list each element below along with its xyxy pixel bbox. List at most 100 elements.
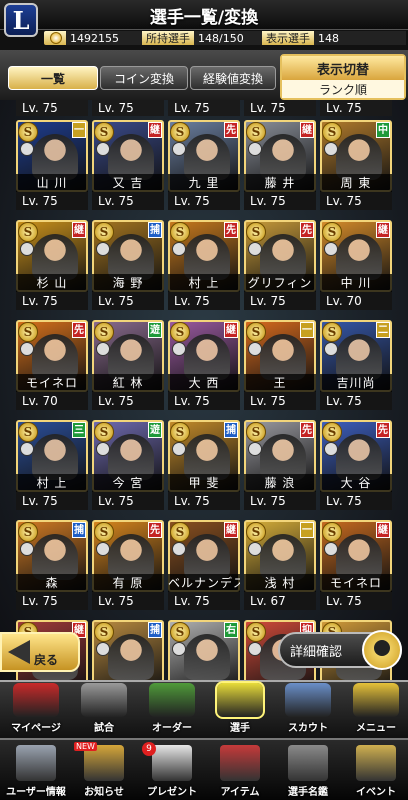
player-card[interactable]: S 遊今 宮 Lv. 75 — [92, 420, 164, 510]
player-card[interactable]: S 先モイネロ Lv. 70 — [16, 320, 88, 410]
subnav-gift[interactable]: プレゼント 9 — [140, 742, 204, 798]
rank-s-icon: S — [170, 122, 190, 142]
sort-order-value: ランク順 — [282, 80, 404, 98]
team-emblem-icon — [324, 242, 338, 256]
player-card[interactable]: S 先藤 浪 Lv. 75 — [244, 420, 316, 510]
player-card[interactable]: S 中周 東 Lv. 75 — [320, 120, 392, 210]
user-info-icon — [16, 745, 56, 781]
subnav-event[interactable]: イベント — [344, 742, 408, 798]
nav-mypage[interactable]: マイページ — [4, 682, 68, 734]
nav-player[interactable]: 選手 — [208, 681, 272, 734]
player-card[interactable]: S 捕森 Lv. 75 — [16, 520, 88, 610]
partial-card-lv[interactable]: Lv. 75 — [244, 100, 316, 116]
display-switch[interactable]: 表示切替 ランク順 — [280, 54, 406, 100]
nav-scout[interactable]: スカウト — [276, 682, 340, 734]
team-emblem-icon — [248, 142, 262, 156]
tab-coin-convert[interactable]: コイン変換 — [100, 66, 188, 90]
player-card[interactable]: S 継中 川 Lv. 70 — [320, 220, 392, 310]
player-card[interactable]: S 継モイネロ Lv. 75 — [320, 520, 392, 610]
detail-check-button[interactable]: 詳細確認 — [278, 630, 402, 670]
player-card[interactable]: S 捕海 野 Lv. 75 — [92, 220, 164, 310]
partial-card-lv[interactable]: Lv. 75 — [16, 100, 88, 116]
player-level: Lv. 75 — [16, 292, 88, 310]
magnifier-icon — [362, 630, 402, 670]
player-level: Lv. 75 — [168, 592, 240, 610]
team-emblem-icon — [20, 542, 34, 556]
rank-s-icon: S — [94, 522, 114, 542]
player-level: Lv. 75 — [168, 292, 240, 310]
team-emblem-icon — [172, 242, 186, 256]
team-emblem-icon — [248, 542, 262, 556]
player-level: Lv. 75 — [168, 192, 240, 210]
team-emblem-icon — [96, 442, 110, 456]
player-card[interactable]: S 一王 Lv. 75 — [244, 320, 316, 410]
team-emblem-icon — [172, 142, 186, 156]
tab-exp-convert[interactable]: 経験値変換 — [190, 66, 276, 90]
player-card[interactable]: S 二吉川尚 Lv. 75 — [320, 320, 392, 410]
team-emblem-icon — [96, 242, 110, 256]
player-card[interactable]: S捕 — [92, 620, 164, 692]
partial-card-lv[interactable]: Lv. 75 — [168, 100, 240, 116]
nav-label: マイページ — [11, 723, 61, 734]
player-level: Lv. 75 — [16, 592, 88, 610]
rank-s-icon: S — [94, 422, 114, 442]
rank-s-icon: S — [322, 222, 342, 242]
back-button[interactable]: 戻る — [0, 632, 80, 672]
player-card[interactable]: S 一浅 村 Lv. 67 — [244, 520, 316, 610]
player-card[interactable]: S 継又 吉 Lv. 75 — [92, 120, 164, 210]
player-level: Lv. 75 — [92, 292, 164, 310]
player-figure — [184, 634, 230, 680]
partial-card-lv[interactable]: Lv. 75 — [92, 100, 164, 116]
position-badge: 継 — [224, 522, 238, 538]
player-card[interactable]: S 継藤 井 Lv. 75 — [244, 120, 316, 210]
player-level: Lv. 75 — [320, 192, 392, 210]
player-card[interactable]: S 先村 上 Lv. 75 — [168, 220, 240, 310]
rank-s-icon: S — [170, 422, 190, 442]
partial-card-lv[interactable]: Lv. 75 — [320, 100, 392, 116]
nav-menu[interactable]: メニュー — [344, 682, 408, 734]
player-card[interactable]: S 捕甲 斐 Lv. 75 — [168, 420, 240, 510]
player-name: 藤 井 — [244, 174, 316, 192]
nav-field[interactable]: オーダー — [140, 682, 204, 734]
player-card[interactable]: S 先九 里 Lv. 75 — [168, 120, 240, 210]
menu-icon — [353, 683, 399, 717]
player-card[interactable]: S 継大 西 Lv. 75 — [168, 320, 240, 410]
subnav-notice[interactable]: お知らせ NEW — [72, 742, 136, 798]
shown-label: 表示選手 — [266, 32, 310, 45]
player-card[interactable]: S 一山 川 Lv. 75 — [16, 120, 88, 210]
player-card[interactable]: S 先大 谷 Lv. 75 — [320, 420, 392, 510]
back-arrow-icon — [8, 640, 30, 664]
player-card[interactable]: S 三村 上 Lv. 75 — [16, 420, 88, 510]
subnav-label: プレゼント — [147, 787, 197, 798]
rank-s-icon: S — [246, 622, 266, 642]
team-emblem-icon — [96, 142, 110, 156]
subnav-item[interactable]: アイテム — [208, 742, 272, 798]
player-card[interactable]: S 遊紅 林 Lv. 75 — [92, 320, 164, 410]
player-card[interactable]: S右 — [168, 620, 240, 692]
nav-label: メニュー — [356, 723, 396, 734]
item-icon — [220, 745, 260, 781]
subnav-encyclopedia[interactable]: 選手名鑑 — [276, 742, 340, 798]
player-card[interactable]: S 先グリフィン Lv. 75 — [244, 220, 316, 310]
player-card[interactable]: S 継ベルナンデス Lv. 75 — [168, 520, 240, 610]
team-emblem-icon — [324, 142, 338, 156]
player-card[interactable]: S 先有 原 Lv. 75 — [92, 520, 164, 610]
tab-list[interactable]: 一覧 — [8, 66, 98, 90]
rank-s-icon: S — [246, 222, 266, 242]
subnav-label: ユーザー情報 — [6, 787, 66, 798]
team-emblem-icon — [172, 342, 186, 356]
player-icon — [215, 681, 265, 719]
player-name: 吉川尚 — [320, 374, 392, 392]
back-label: 戻る — [34, 653, 59, 667]
rank-s-icon: S — [170, 622, 190, 642]
player-card[interactable]: S 継杉 山 Lv. 75 — [16, 220, 88, 310]
stadium-icon — [81, 683, 127, 717]
subnav-user-info[interactable]: ユーザー情報 — [4, 742, 68, 798]
player-level: Lv. 75 — [244, 292, 316, 310]
player-name: 森 — [16, 574, 88, 592]
shown-value: 148 — [314, 31, 406, 45]
player-level: Lv. 67 — [244, 592, 316, 610]
notification-badge: 9 — [142, 742, 156, 756]
position-badge: 捕 — [72, 522, 86, 538]
nav-stadium[interactable]: 試合 — [72, 682, 136, 734]
